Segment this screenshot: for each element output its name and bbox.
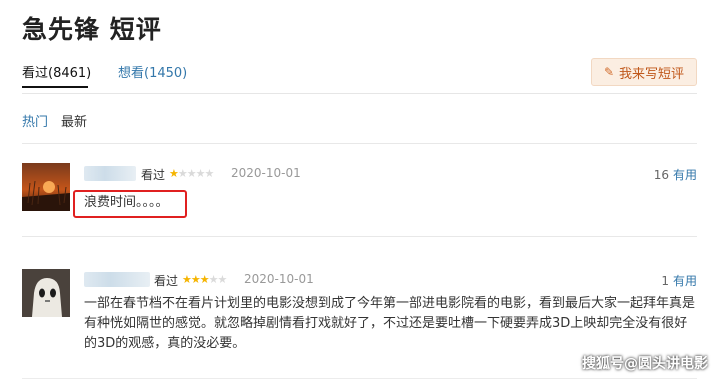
rating-stars: ★★★★★ [182, 273, 227, 286]
write-review-label: 我来写短评 [619, 66, 685, 82]
vote-number: 1 [661, 274, 669, 288]
vote-count: 1 有用 [661, 272, 697, 289]
tab-seen[interactable]: 看过(8461) [22, 62, 91, 81]
review-date: 2020-10-01 [231, 166, 301, 180]
tab-want[interactable]: 想看(1450) [118, 62, 187, 81]
vote-count: 16 有用 [654, 166, 697, 183]
useful-button[interactable]: 有用 [673, 168, 697, 182]
useful-button[interactable]: 有用 [673, 274, 697, 288]
username-blurred[interactable] [84, 272, 150, 287]
username-blurred[interactable] [84, 166, 136, 181]
write-review-button[interactable]: ✎ 我来写短评 [591, 58, 697, 86]
divider [22, 236, 697, 237]
divider [22, 143, 697, 144]
page-title: 急先锋 短评 [22, 15, 162, 44]
watermark: 搜狐号@圆头讲电影 [582, 356, 708, 372]
pencil-icon: ✎ [603, 65, 615, 79]
review-text: 一部在春节档不在看片计划里的电影没想到成了今年第一部进电影院看的电影，看到最后大… [84, 296, 696, 351]
highlight-annotation [73, 190, 187, 218]
review-status: 看过 [154, 274, 179, 288]
active-tab-indicator [22, 86, 88, 88]
sort-new-link[interactable]: 最新 [61, 111, 87, 130]
vote-number: 16 [653, 168, 669, 182]
divider [22, 378, 697, 379]
avatar[interactable] [22, 269, 70, 317]
review-status: 看过 [141, 168, 166, 182]
avatar[interactable] [22, 163, 70, 211]
divider [22, 93, 697, 94]
rating-stars: ★★★★★ [169, 167, 214, 180]
sort-hot-link[interactable]: 热门 [22, 111, 48, 130]
review-date: 2020-10-01 [244, 272, 314, 286]
